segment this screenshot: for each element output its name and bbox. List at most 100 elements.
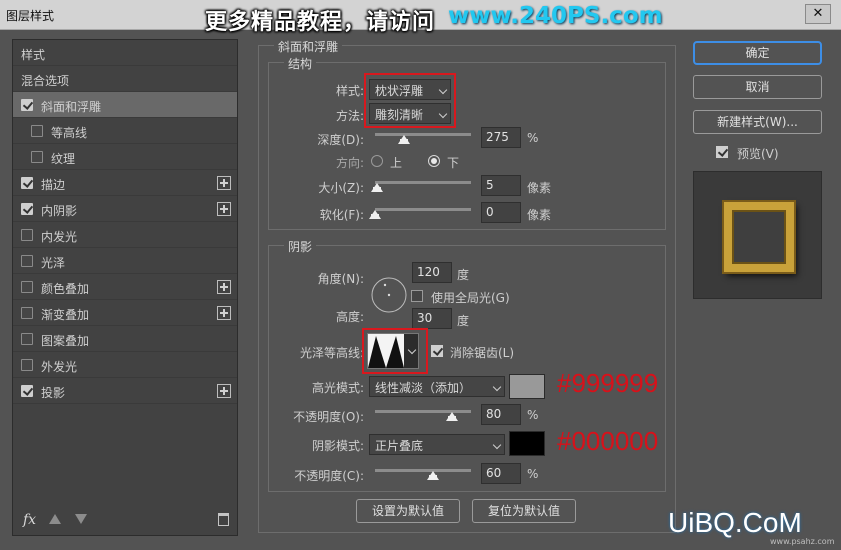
style-item[interactable]: 图案叠加 — [13, 326, 237, 352]
style-item-checkbox[interactable] — [31, 125, 43, 137]
angle-label: 角度(N): — [317, 272, 364, 286]
size-slider[interactable] — [375, 181, 471, 184]
move-down-icon[interactable] — [75, 514, 87, 524]
style-item-checkbox[interactable] — [21, 333, 33, 345]
style-item[interactable]: 样式 — [13, 40, 237, 66]
size-unit: 像素 — [527, 181, 552, 195]
shadow-color-swatch[interactable] — [509, 431, 545, 456]
soften-slider-thumb[interactable] — [369, 210, 381, 219]
ok-button[interactable]: 确定 — [693, 41, 822, 65]
depth-slider-thumb[interactable] — [397, 135, 410, 144]
highlight-color-swatch[interactable] — [509, 374, 545, 399]
add-effect-icon[interactable] — [217, 384, 231, 398]
style-item[interactable]: 外发光 — [13, 352, 237, 378]
highlight-opacity-unit: % — [527, 408, 539, 422]
style-item-label: 内发光 — [41, 230, 78, 244]
style-item[interactable]: 等高线 — [13, 118, 237, 144]
size-slider-thumb[interactable] — [370, 183, 383, 192]
style-item-checkbox[interactable] — [21, 99, 33, 111]
highlight-mode-select[interactable]: 线性减淡（添加） — [369, 376, 505, 397]
close-button[interactable]: ✕ — [805, 4, 831, 24]
altitude-label: 高度: — [335, 310, 364, 324]
style-item[interactable]: 内阴影 — [13, 196, 237, 222]
move-up-icon[interactable] — [49, 514, 61, 524]
soften-input[interactable]: 0 — [481, 202, 521, 223]
style-item[interactable]: 混合选项 — [13, 66, 237, 92]
add-effect-icon[interactable] — [217, 176, 231, 190]
style-item[interactable]: 描边 — [13, 170, 237, 196]
shadow-opacity-label: 不透明度(C): — [294, 469, 364, 483]
style-item-checkbox[interactable] — [21, 385, 33, 397]
soften-label: 软化(F): — [319, 208, 364, 222]
depth-input[interactable]: 275 — [481, 127, 521, 148]
style-item-checkbox[interactable] — [21, 359, 33, 371]
styles-footer: fx — [13, 507, 237, 535]
style-item[interactable]: 光泽 — [13, 248, 237, 274]
angle-dial[interactable] — [370, 276, 408, 314]
size-label: 大小(Z): — [318, 181, 364, 195]
styles-list: 样式混合选项斜面和浮雕等高线纹理描边内阴影内发光光泽颜色叠加渐变叠加图案叠加外发… — [12, 39, 238, 536]
style-item-label: 投影 — [41, 386, 66, 400]
style-item-checkbox[interactable] — [21, 229, 33, 241]
global-light-checkbox[interactable] — [411, 290, 423, 302]
style-item-checkbox[interactable] — [21, 177, 33, 189]
style-item-label: 混合选项 — [21, 74, 70, 88]
style-item[interactable]: 渐变叠加 — [13, 300, 237, 326]
structure-title: 结构 — [284, 55, 317, 72]
shadow-opacity-thumb[interactable] — [426, 471, 439, 480]
style-item[interactable]: 颜色叠加 — [13, 274, 237, 300]
global-light-label: 使用全局光(G) — [431, 291, 510, 305]
fx-button[interactable]: fx — [23, 512, 36, 528]
antialias-checkbox[interactable] — [431, 345, 443, 357]
style-item[interactable]: 内发光 — [13, 222, 237, 248]
highlight-opacity-thumb[interactable] — [445, 412, 458, 421]
depth-unit: % — [527, 131, 539, 145]
add-effect-icon[interactable] — [217, 280, 231, 294]
shadow-mode-select[interactable]: 正片叠底 — [369, 434, 505, 455]
style-item-label: 颜色叠加 — [41, 282, 90, 296]
size-input[interactable]: 5 — [481, 175, 521, 196]
add-effect-icon[interactable] — [217, 306, 231, 320]
window-title: 图层样式 — [6, 9, 55, 23]
style-item-label: 描边 — [41, 178, 66, 192]
depth-slider[interactable] — [375, 133, 471, 136]
bevel-title: 斜面和浮雕 — [274, 38, 343, 55]
add-effect-icon[interactable] — [217, 202, 231, 216]
style-item-checkbox[interactable] — [31, 151, 43, 163]
style-item-label: 渐变叠加 — [41, 308, 90, 322]
angle-unit: 度 — [457, 268, 470, 282]
style-item-checkbox[interactable] — [21, 307, 33, 319]
trash-icon[interactable] — [218, 513, 229, 526]
style-item-checkbox[interactable] — [21, 255, 33, 267]
highlight-box-structure — [364, 73, 456, 128]
style-preview — [693, 171, 822, 299]
style-item-checkbox[interactable] — [21, 281, 33, 293]
make-default-button[interactable]: 设置为默认值 — [356, 499, 460, 523]
style-item-label: 等高线 — [51, 126, 88, 140]
style-item-checkbox[interactable] — [21, 203, 33, 215]
soften-slider[interactable] — [375, 208, 471, 211]
technique-label: 方法: — [335, 109, 364, 123]
shadow-mode-value: 正片叠底 — [375, 439, 424, 453]
direction-up-label: 上 — [390, 156, 403, 170]
watermark-logo-sub: www.psahz.com — [770, 537, 835, 546]
style-item-label: 内阴影 — [41, 204, 78, 218]
style-item[interactable]: 斜面和浮雕 — [13, 92, 237, 118]
style-item[interactable]: 投影 — [13, 378, 237, 404]
chevron-down-icon — [492, 440, 502, 450]
direction-up-radio[interactable] — [371, 155, 383, 167]
style-item-label: 图案叠加 — [41, 334, 90, 348]
watermark-logo: UiBQ.CoM — [668, 507, 802, 538]
altitude-input[interactable]: 30 — [412, 308, 452, 329]
angle-input[interactable]: 120 — [412, 262, 452, 283]
cancel-button[interactable]: 取消 — [693, 75, 822, 99]
highlight-opacity-input[interactable]: 80 — [481, 404, 521, 425]
style-item[interactable]: 纹理 — [13, 144, 237, 170]
new-style-button[interactable]: 新建样式(W)... — [693, 110, 822, 134]
shadow-opacity-slider[interactable] — [375, 469, 471, 472]
reset-default-button[interactable]: 复位为默认值 — [472, 499, 576, 523]
soften-unit: 像素 — [527, 208, 552, 222]
shadow-opacity-input[interactable]: 60 — [481, 463, 521, 484]
preview-checkbox[interactable] — [716, 146, 728, 158]
direction-down-radio[interactable] — [428, 155, 440, 167]
